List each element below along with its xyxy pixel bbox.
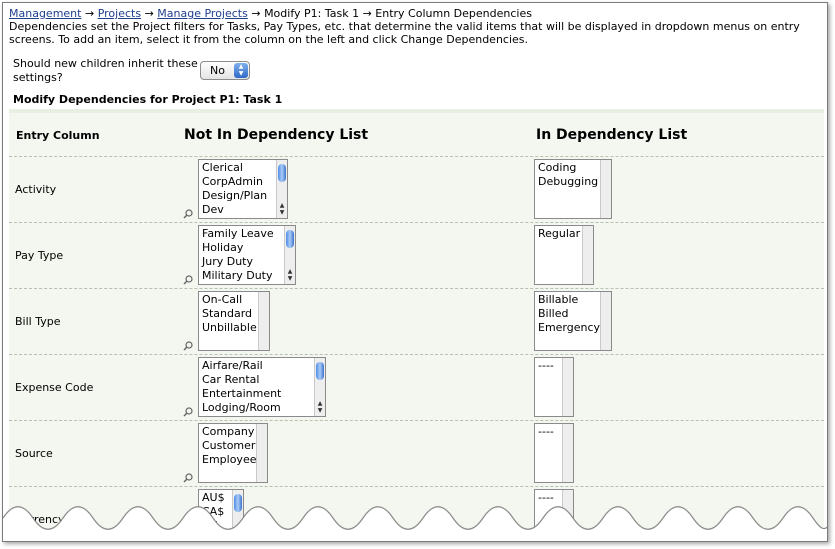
torn-edge-decoration — [3, 506, 827, 541]
page-frame: Management → Projects → Manage Projects … — [2, 2, 828, 542]
